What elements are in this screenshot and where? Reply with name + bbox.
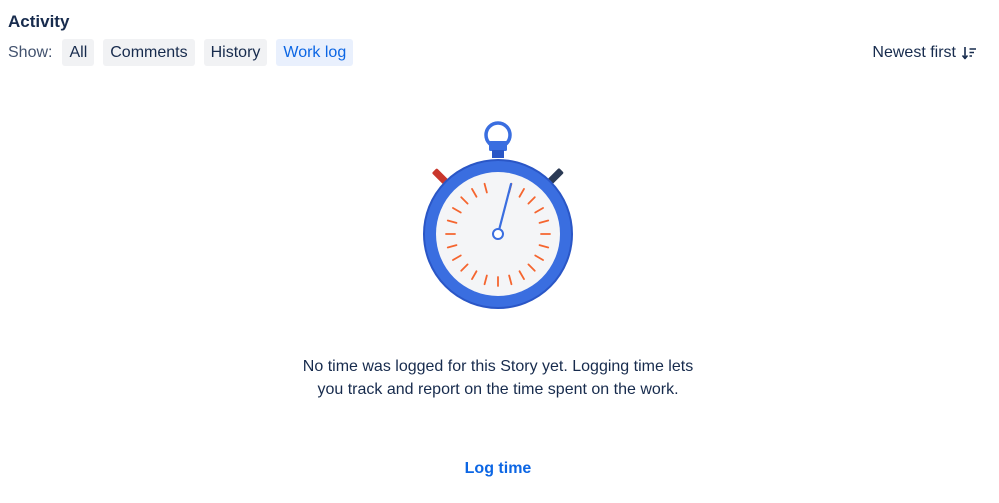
show-label: Show: [8, 43, 53, 61]
stopwatch-icon [418, 118, 580, 312]
sort-descending-icon [961, 45, 977, 61]
filter-all-button[interactable]: All [62, 39, 95, 66]
filter-history-button[interactable]: History [203, 39, 268, 66]
sort-order-button[interactable]: Newest first [872, 39, 977, 66]
activity-heading: Activity [8, 12, 70, 31]
activity-filter-bar: Show: All Comments History Work log [8, 39, 362, 66]
empty-state-message: No time was logged for this Story yet. L… [302, 358, 694, 398]
filter-work-log-button[interactable]: Work log [276, 39, 354, 66]
filter-comments-button[interactable]: Comments [103, 39, 195, 66]
sort-order-label: Newest first [872, 43, 956, 61]
log-time-button[interactable]: Log time [448, 460, 548, 478]
